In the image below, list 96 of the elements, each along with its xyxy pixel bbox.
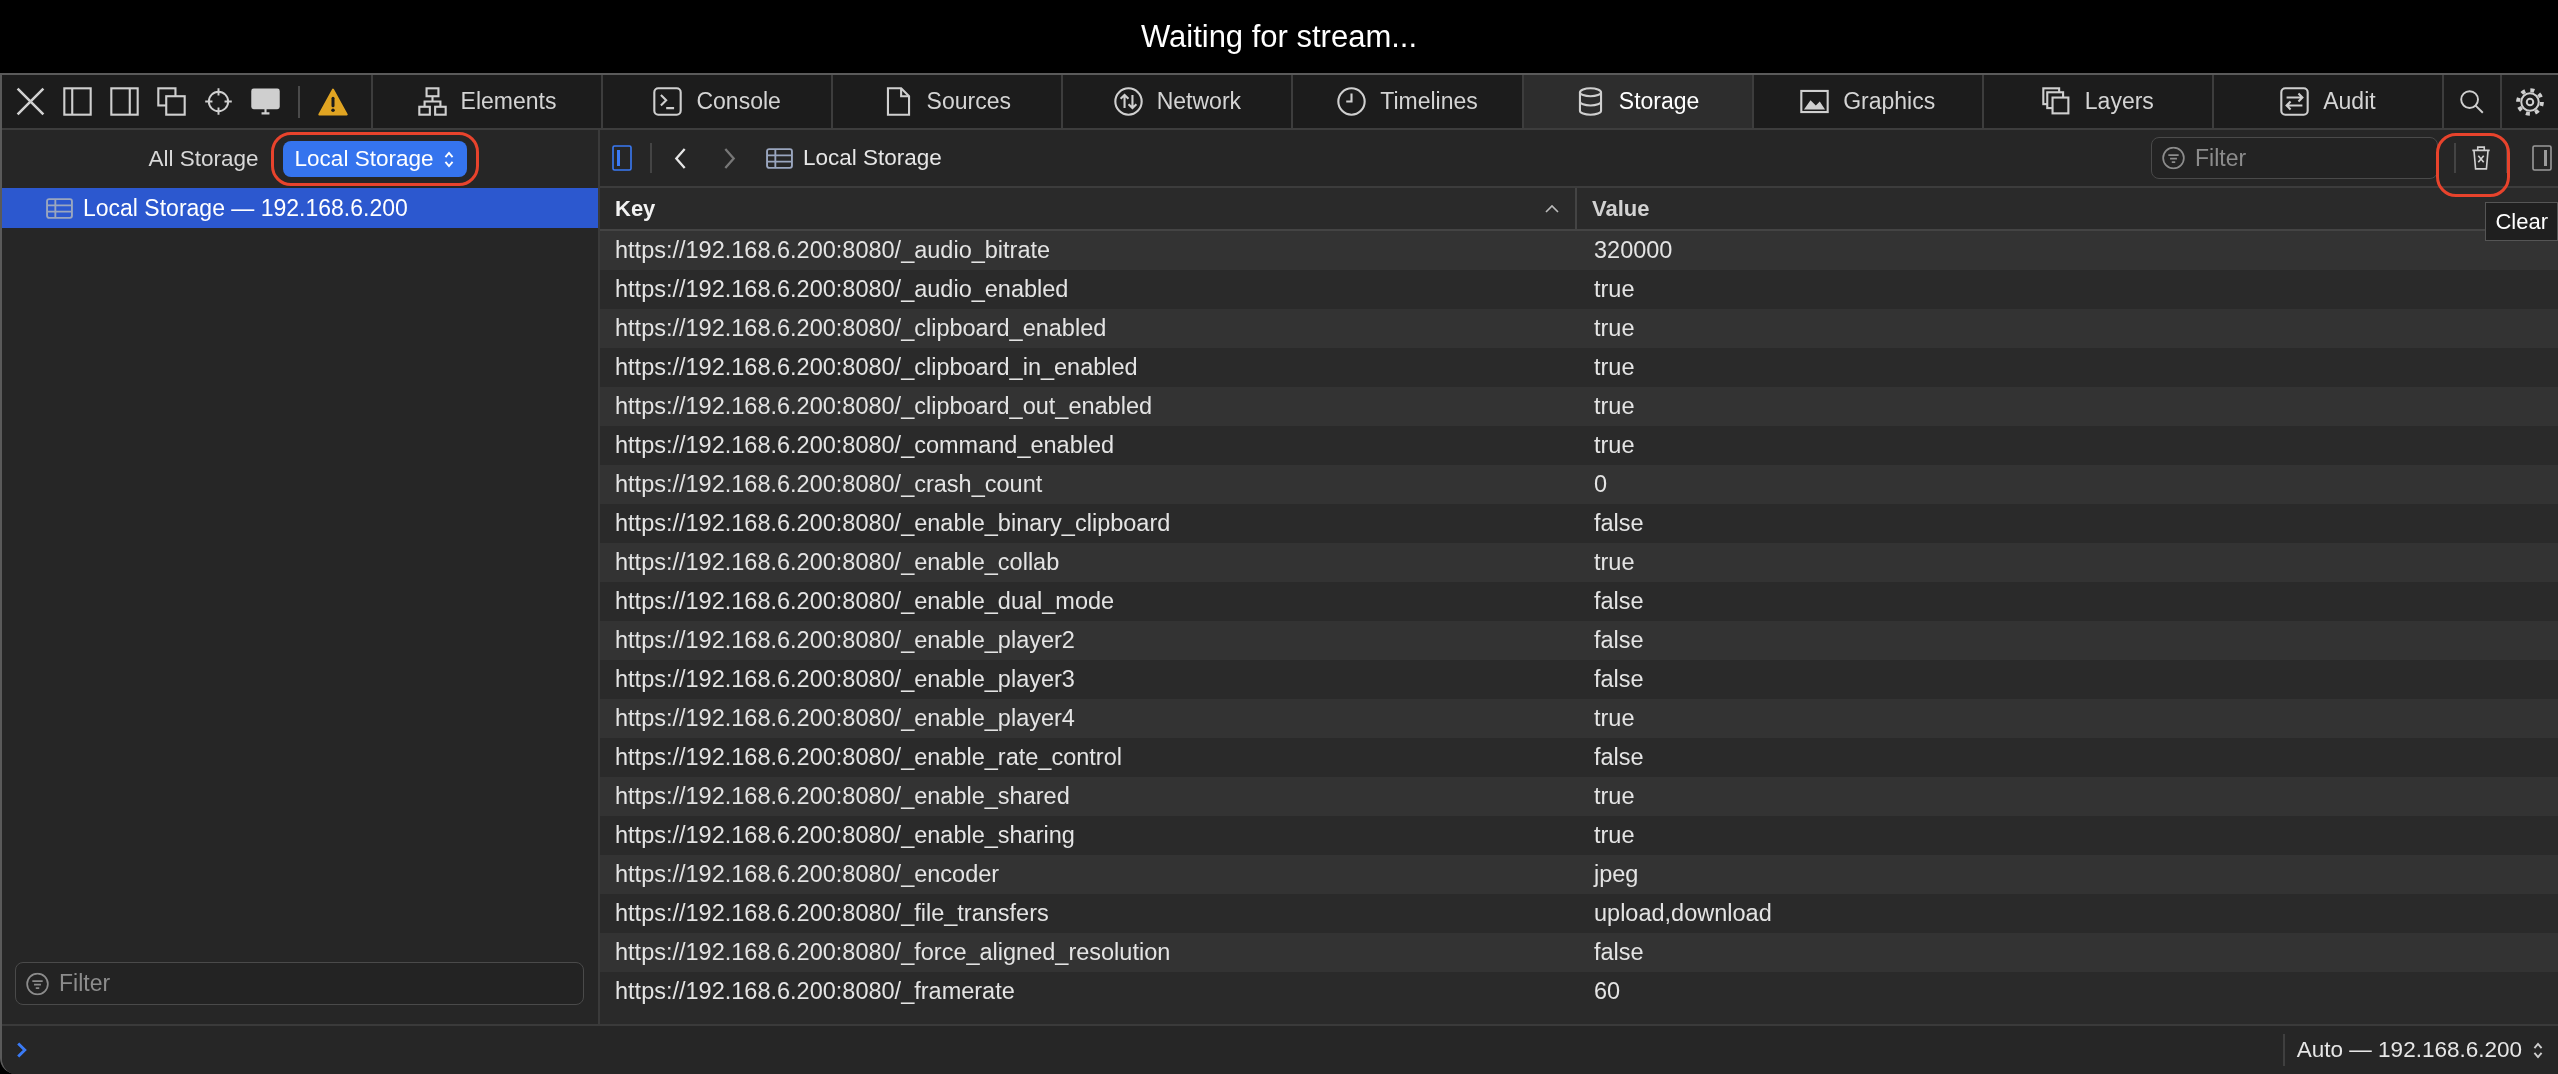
- storage-key: https://192.168.6.200:8080/_enable_shared: [600, 783, 1577, 810]
- storage-value: false: [1593, 744, 1645, 771]
- storage-scope-button[interactable]: Local Storage: [282, 141, 468, 177]
- storage-value: false: [1593, 627, 1645, 654]
- trash-icon[interactable]: [2470, 145, 2492, 171]
- storage-key: https://192.168.6.200:8080/_clipboard_out_enabled: [600, 393, 1577, 420]
- storage-key: https://192.168.6.200:8080/_framerate: [600, 978, 1577, 1005]
- storage-value: true: [1593, 549, 1636, 576]
- table-row[interactable]: https://192.168.6.200:8080/_clipboard_out_enabled true: [600, 387, 2558, 426]
- up-down-arrows-circle-icon: [1113, 87, 1143, 116]
- up-down-chevron-icon: [443, 149, 456, 169]
- panel-tab[interactable]: Graphics: [1751, 75, 1982, 128]
- storage-value: upload,download: [1593, 900, 1773, 927]
- search-icon[interactable]: [2460, 89, 2484, 114]
- storage-value: true: [1593, 432, 1636, 459]
- storage-value: true: [1593, 783, 1636, 810]
- storage-key: https://192.168.6.200:8080/_audio_bitrate: [600, 237, 1577, 264]
- storage-value: 320000: [1593, 237, 1674, 264]
- storage-key: https://192.168.6.200:8080/_encoder: [600, 861, 1577, 888]
- storage-value: false: [1593, 939, 1645, 966]
- storage-key: https://192.168.6.200:8080/_clipboard_in_enabled: [600, 354, 1577, 381]
- storage-key: https://192.168.6.200:8080/_clipboard_enabled: [600, 315, 1577, 342]
- storage-value: false: [1593, 666, 1645, 693]
- storage-key: https://192.168.6.200:8080/_enable_dual_mode: [600, 588, 1577, 615]
- details-sidebar-icon[interactable]: [2532, 145, 2552, 171]
- tooltip: Clear: [2485, 202, 2558, 241]
- panel-tab[interactable]: Elements: [371, 75, 602, 128]
- storage-value: true: [1593, 315, 1636, 342]
- sidebar-toggle-icon[interactable]: [612, 145, 632, 171]
- warning-icon[interactable]: [318, 87, 348, 116]
- picture-icon: [1800, 87, 1830, 116]
- detach-window-icon[interactable]: [157, 87, 186, 116]
- stacked-squares-icon: [2041, 87, 2071, 116]
- table-row[interactable]: https://192.168.6.200:8080/_enable_collab true: [600, 543, 2558, 582]
- storage-value: true: [1593, 276, 1636, 303]
- storage-value: 60: [1593, 978, 1622, 1005]
- settings-icon[interactable]: [2515, 86, 2545, 117]
- storage-key: https://192.168.6.200:8080/_enable_collab: [600, 549, 1577, 576]
- filter-icon: [26, 972, 49, 995]
- storage-value: true: [1593, 393, 1636, 420]
- table-row[interactable]: https://192.168.6.200:8080/_encoder jpeg: [600, 855, 2558, 894]
- breadcrumb-item[interactable]: Local Storage: [766, 145, 942, 171]
- sort-caret-icon: [1545, 204, 1559, 213]
- storage-key: https://192.168.6.200:8080/_command_enabled: [600, 432, 1577, 459]
- clock-icon: [1337, 87, 1367, 116]
- prompt-chevron-icon: [16, 1041, 27, 1059]
- storage-value: true: [1593, 705, 1636, 732]
- dock-left-icon[interactable]: [63, 87, 92, 116]
- table-row[interactable]: https://192.168.6.200:8080/_force_aligned_resolution false: [600, 933, 2558, 972]
- panel-tab[interactable]: Network: [1061, 75, 1292, 128]
- filter-icon: [2162, 146, 2185, 170]
- table-row[interactable]: https://192.168.6.200:8080/_enable_player2 false: [600, 621, 2558, 660]
- up-down-chevron-icon: [2532, 1040, 2544, 1060]
- storage-value: false: [1593, 588, 1645, 615]
- storage-key: https://192.168.6.200:8080/_enable_player3: [600, 666, 1577, 693]
- table-row[interactable]: https://192.168.6.200:8080/_clipboard_enabled true: [600, 309, 2558, 348]
- storage-value: true: [1593, 354, 1636, 381]
- target-selector[interactable]: Auto — 192.168.6.200: [2296, 1037, 2544, 1063]
- table-icon: [766, 147, 793, 169]
- panel-tab[interactable]: Sources: [831, 75, 1062, 128]
- storage-value: 0: [1593, 471, 1609, 498]
- filter-field[interactable]: Filter: [15, 962, 584, 1005]
- swap-arrows-icon: [2280, 87, 2310, 116]
- filter-field[interactable]: Filter: [2151, 137, 2438, 179]
- monitor-icon[interactable]: [251, 87, 280, 116]
- window-title: Waiting for stream...: [1140, 18, 1418, 55]
- storage-key: https://192.168.6.200:8080/_file_transfers: [600, 900, 1577, 927]
- storage-key: https://192.168.6.200:8080/_enable_player2: [600, 627, 1577, 654]
- crosshair-icon[interactable]: [204, 87, 233, 116]
- storage-key: https://192.168.6.200:8080/_audio_enabled: [600, 276, 1577, 303]
- panel-tab[interactable]: Storage: [1521, 75, 1752, 128]
- storage-value: jpeg: [1592, 861, 1640, 888]
- table-row[interactable]: https://192.168.6.200:8080/_enable_player4 true: [600, 699, 2558, 738]
- storage-key: https://192.168.6.200:8080/_crash_count: [600, 471, 1577, 498]
- storage-key: https://192.168.6.200:8080/_enable_player4: [600, 705, 1577, 732]
- storage-key: https://192.168.6.200:8080/_enable_sharing: [600, 822, 1577, 849]
- panel-tab[interactable]: Console: [601, 75, 832, 128]
- table-row[interactable]: https://192.168.6.200:8080/_enable_shared true: [600, 777, 2558, 816]
- table-row[interactable]: https://192.168.6.200:8080/_audio_bitrate 320000: [600, 231, 2558, 270]
- panel-tab[interactable]: Layers: [1981, 75, 2212, 128]
- storage-key: https://192.168.6.200:8080/_force_aligned_resolution: [600, 939, 1577, 966]
- table-icon: [46, 197, 73, 219]
- close-icon[interactable]: [16, 87, 45, 116]
- column-header[interactable]: Key: [600, 188, 1577, 229]
- dock-right-icon[interactable]: [110, 87, 139, 116]
- hierarchy-icon: [417, 87, 447, 116]
- sidebar-item[interactable]: Local Storage — 192.168.6.200: [2, 188, 598, 228]
- table-row[interactable]: https://192.168.6.200:8080/_crash_count 0: [600, 465, 2558, 504]
- back-chevron-icon[interactable]: [674, 146, 687, 170]
- panel-tab[interactable]: Audit: [2211, 75, 2442, 128]
- storage-key: https://192.168.6.200:8080/_enable_binary_clipboard: [600, 510, 1577, 537]
- terminal-icon: [653, 87, 683, 116]
- storage-value: true: [1593, 822, 1636, 849]
- storage-value: false: [1593, 510, 1645, 537]
- storage-key: https://192.168.6.200:8080/_enable_rate_control: [600, 744, 1577, 771]
- storage-scope-button[interactable]: All Storage: [144, 141, 263, 177]
